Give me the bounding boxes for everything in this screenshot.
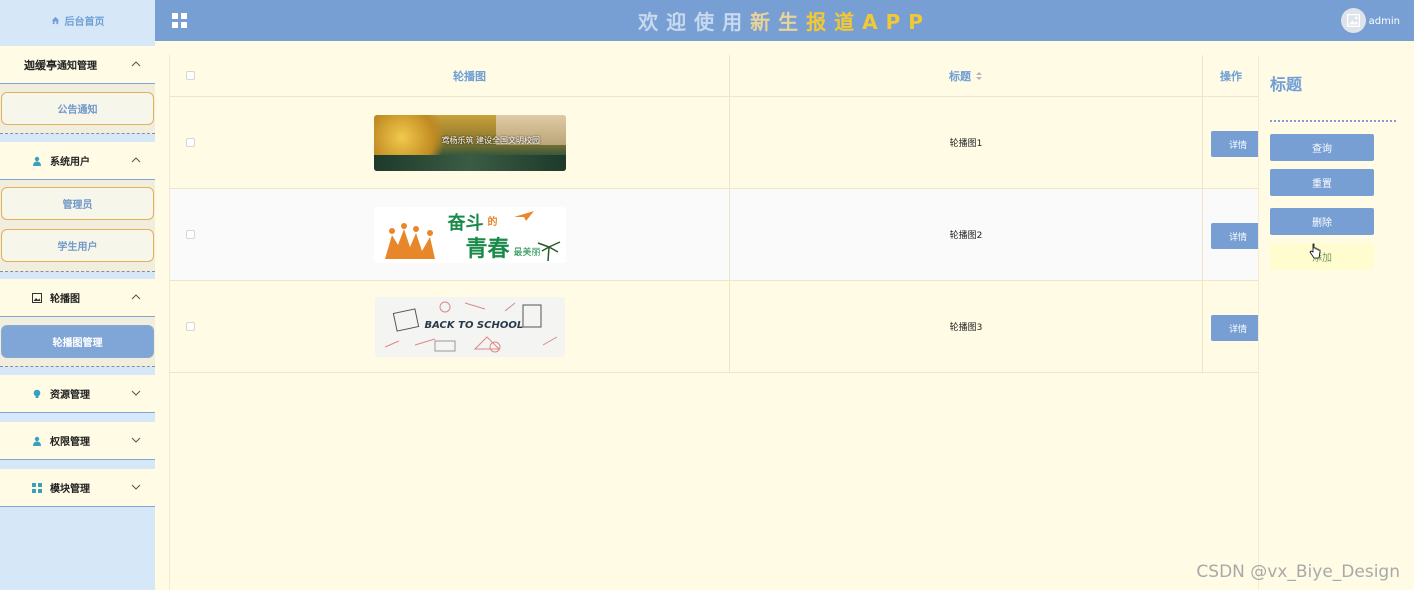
row-title: 轮播图2: [949, 231, 983, 241]
sidebar: 后台首页 迦缓亭 通知管理 公告通知 系统用户 管理员 学生用户 轮播图 轮播图…: [0, 0, 155, 590]
sidebar-item-label: 轮播图管理: [52, 338, 103, 349]
avatar-image-icon: [1347, 14, 1360, 27]
sidebar-home[interactable]: 后台首页: [0, 0, 155, 40]
menu-modules-label: 模块管理: [50, 484, 90, 495]
app-title-part3: 报道APP: [806, 10, 931, 34]
banner-caption: BACK TO SCHOOL: [424, 319, 524, 331]
table-row: 鸢杨乐筑 建设全国文明校园 轮播图1 详情: [170, 97, 1259, 189]
app-title-part1: 欢迎使用: [638, 10, 751, 34]
home-icon: [51, 16, 59, 24]
row-select-cell: [170, 189, 210, 280]
add-button[interactable]: 添加: [1270, 243, 1374, 270]
grid-icon: [32, 482, 42, 493]
table-row: 奋斗 的 青春 最美丽 轮播图2 详情: [170, 189, 1259, 281]
pointer-cursor-icon: [1309, 243, 1321, 259]
detail-button[interactable]: 详情: [1211, 131, 1259, 157]
menu-notice[interactable]: 迦缓亭 通知管理: [0, 46, 155, 84]
palm-tree-icon: [537, 240, 560, 261]
user-name[interactable]: admin: [1369, 16, 1400, 27]
menu-carousel-label: 轮播图: [50, 294, 80, 305]
row-title-cell: 轮播图3: [730, 281, 1203, 372]
youth-figures-icon: [384, 222, 435, 259]
avatar[interactable]: [1341, 8, 1366, 33]
delete-button[interactable]: 删除: [1270, 208, 1374, 235]
chevron-up-icon: [131, 61, 141, 67]
sidebar-item-admin[interactable]: 管理员: [1, 187, 154, 220]
menu-permissions[interactable]: 权限管理: [0, 422, 155, 460]
chevron-down-icon: [131, 390, 141, 396]
row-checkbox[interactable]: [185, 322, 195, 331]
row-image-cell: 奋斗 的 青春 最美丽: [210, 189, 730, 280]
column-header-label: 轮播图: [453, 69, 486, 83]
carousel-table: 轮播图 标题 操作 鸢杨乐筑 建设全国文明校园 轮播图1 详情 奋斗 的 青春 …: [169, 55, 1259, 590]
select-all-checkbox[interactable]: [185, 71, 195, 80]
sidebar-item-label: 学生用户: [57, 242, 98, 253]
row-image-cell: 鸢杨乐筑 建设全国文明校园: [210, 97, 730, 188]
bulb-icon: [33, 389, 41, 398]
column-header-image: 轮播图: [210, 55, 730, 96]
sidebar-item-announcement[interactable]: 公告通知: [1, 92, 154, 125]
detail-button[interactable]: 详情: [1211, 223, 1259, 249]
query-button[interactable]: 查询: [1270, 134, 1374, 161]
app-title: 欢迎使用新生报道APP: [155, 6, 1414, 35]
image-icon: [32, 292, 42, 303]
menu-notice-prefix: 迦缓亭: [24, 58, 57, 72]
sidebar-item-students[interactable]: 学生用户: [1, 229, 154, 262]
chevron-down-icon: [131, 484, 141, 490]
menu-users-label: 系统用户: [50, 157, 90, 168]
table-row: BACK TO SCHOOL 轮播图3 详情: [170, 281, 1259, 373]
column-header-label: 操作: [1220, 69, 1242, 83]
banner-image-school: BACK TO SCHOOL: [374, 296, 565, 357]
chevron-down-icon: [131, 437, 141, 443]
chevron-up-icon: [131, 294, 141, 300]
row-title-cell: 轮播图1: [730, 97, 1203, 188]
menu-carousel[interactable]: 轮播图: [0, 279, 155, 317]
user-icon: [33, 156, 41, 166]
menu-resources[interactable]: 资源管理: [0, 375, 155, 413]
banner-image-autumn: 鸢杨乐筑 建设全国文明校园: [373, 114, 566, 171]
top-header: 欢迎使用新生报道APP admin: [155, 0, 1414, 41]
banner-image-youth: 奋斗 的 青春 最美丽: [373, 206, 566, 263]
sidebar-item-label: 管理员: [62, 200, 93, 211]
row-select-cell: [170, 97, 210, 188]
app-title-part2: 新生: [750, 10, 807, 34]
row-title: 轮播图3: [949, 323, 983, 333]
banner-word-qingchun: 青春: [465, 236, 510, 262]
search-panel: 标题 查询 重置 删除 添加: [1258, 55, 1414, 590]
banner-word-de: 的: [487, 216, 498, 228]
column-header-actions: 操作: [1203, 55, 1259, 96]
sort-icon[interactable]: [975, 71, 983, 81]
column-header-label: 标题: [949, 69, 971, 83]
menu-notice-label: 通知管理: [57, 61, 97, 72]
sidebar-item-label: 公告通知: [57, 105, 98, 116]
reset-button[interactable]: 重置: [1270, 169, 1374, 196]
column-header-title[interactable]: 标题: [730, 55, 1203, 96]
menu-permissions-label: 权限管理: [50, 437, 90, 448]
row-title: 轮播图1: [949, 139, 983, 149]
panel-title: 标题: [1270, 75, 1303, 94]
row-checkbox[interactable]: [185, 138, 195, 147]
row-select-cell: [170, 281, 210, 372]
user-icon: [33, 436, 41, 446]
detail-button[interactable]: 详情: [1211, 315, 1259, 341]
row-image-cell: BACK TO SCHOOL: [210, 281, 730, 372]
table-header-row: 轮播图 标题 操作: [170, 55, 1259, 97]
row-checkbox[interactable]: [185, 230, 195, 239]
select-all-cell: [170, 55, 210, 96]
menu-users[interactable]: 系统用户: [0, 142, 155, 180]
sidebar-home-label: 后台首页: [64, 16, 105, 28]
chevron-up-icon: [131, 157, 141, 163]
menu-resources-label: 资源管理: [50, 390, 90, 401]
plane-icon: [513, 210, 534, 221]
sidebar-item-carousel-manage[interactable]: 轮播图管理: [1, 325, 154, 358]
banner-caption: 鸢杨乐筑 建设全国文明校园: [441, 135, 541, 145]
row-title-cell: 轮播图2: [730, 189, 1203, 280]
watermark: CSDN @vx_Biye_Design: [1196, 562, 1400, 582]
panel-divider: [1270, 120, 1396, 122]
menu-modules[interactable]: 模块管理: [0, 469, 155, 507]
